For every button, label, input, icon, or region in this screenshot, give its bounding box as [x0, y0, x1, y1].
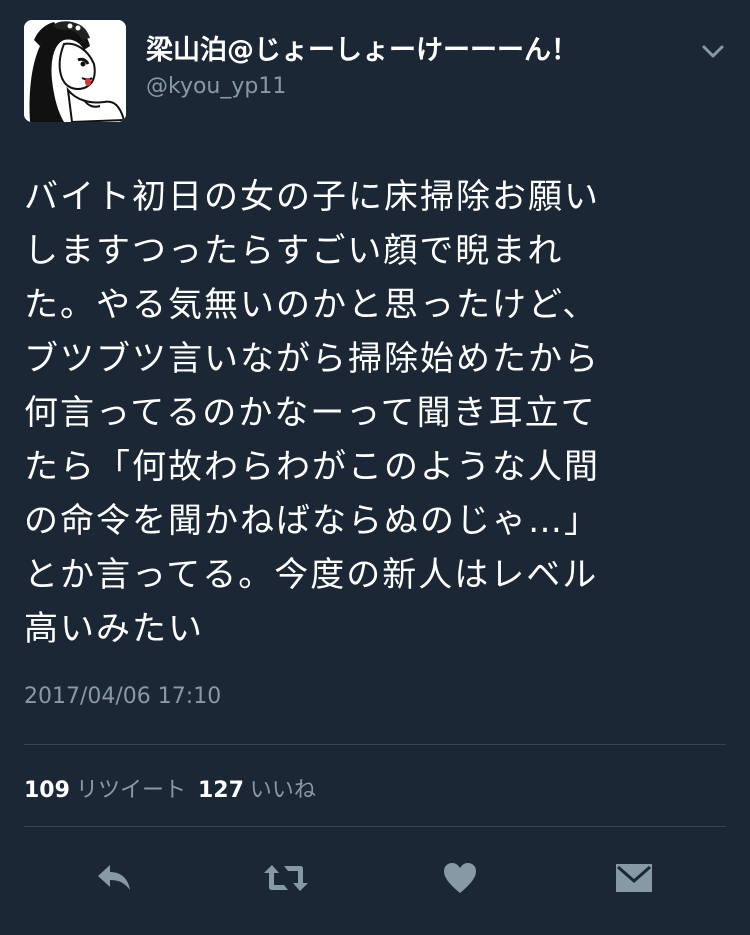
divider [24, 744, 726, 745]
retweet-icon [264, 865, 308, 891]
retweet-count[interactable]: 109 [24, 778, 70, 803]
tweet-text: バイト初日の女の子に床掃除お願い しますつったらすごい顔で睨まれ た。やる気無い… [24, 170, 724, 656]
direct-message-button[interactable] [608, 852, 660, 904]
tweet-text-line: た。やる気無いのかと思ったけど、 [24, 285, 599, 325]
tweet-text-line: たら「何故わらわがこのような人間 [24, 447, 600, 487]
tweet-header: 梁山泊@じょーしょーけーーーん！ @kyou_yp11 [24, 20, 726, 122]
like-count[interactable]: 127 [198, 778, 244, 803]
avatar[interactable] [24, 20, 126, 122]
reply-button[interactable] [88, 852, 140, 904]
tweet-text-line: ブツブツ言いながら掃除始めたから [24, 339, 600, 379]
retweet-button[interactable] [260, 852, 312, 904]
tweet-text-line: しますつったらすごい顔で睨まれ [24, 231, 564, 271]
tweet-actions [0, 852, 750, 904]
user-handle[interactable]: @kyou_yp11 [146, 72, 578, 102]
like-button[interactable] [434, 852, 486, 904]
tweet-text-line: 何言ってるのかなーって聞き耳立て [24, 393, 597, 433]
display-name[interactable]: 梁山泊@じょーしょーけーーーん！ [146, 34, 578, 68]
tweet-text-line: とか言ってる。今度の新人はレベル [24, 555, 599, 595]
like-label[interactable]: いいね [250, 778, 316, 803]
divider [24, 826, 726, 827]
avatar-illustration [24, 20, 126, 122]
tweet-timestamp[interactable]: 2017/04/06 17:10 [24, 684, 221, 709]
tweet-text-line: の命令を聞かねばならぬのじゃ…」 [24, 501, 600, 541]
tweet-text-line: バイト初日の女の子に床掃除お願い [24, 177, 600, 217]
reply-icon [98, 865, 130, 890]
retweet-label[interactable]: リツイート [76, 778, 186, 803]
like-icon [444, 863, 476, 893]
tweet-stats: 109 リツイート 127 いいね [24, 772, 328, 804]
direct-message-icon [616, 864, 652, 892]
tweet-text-line: 高いみたい [24, 609, 204, 649]
chevron-down-icon[interactable] [700, 42, 726, 62]
